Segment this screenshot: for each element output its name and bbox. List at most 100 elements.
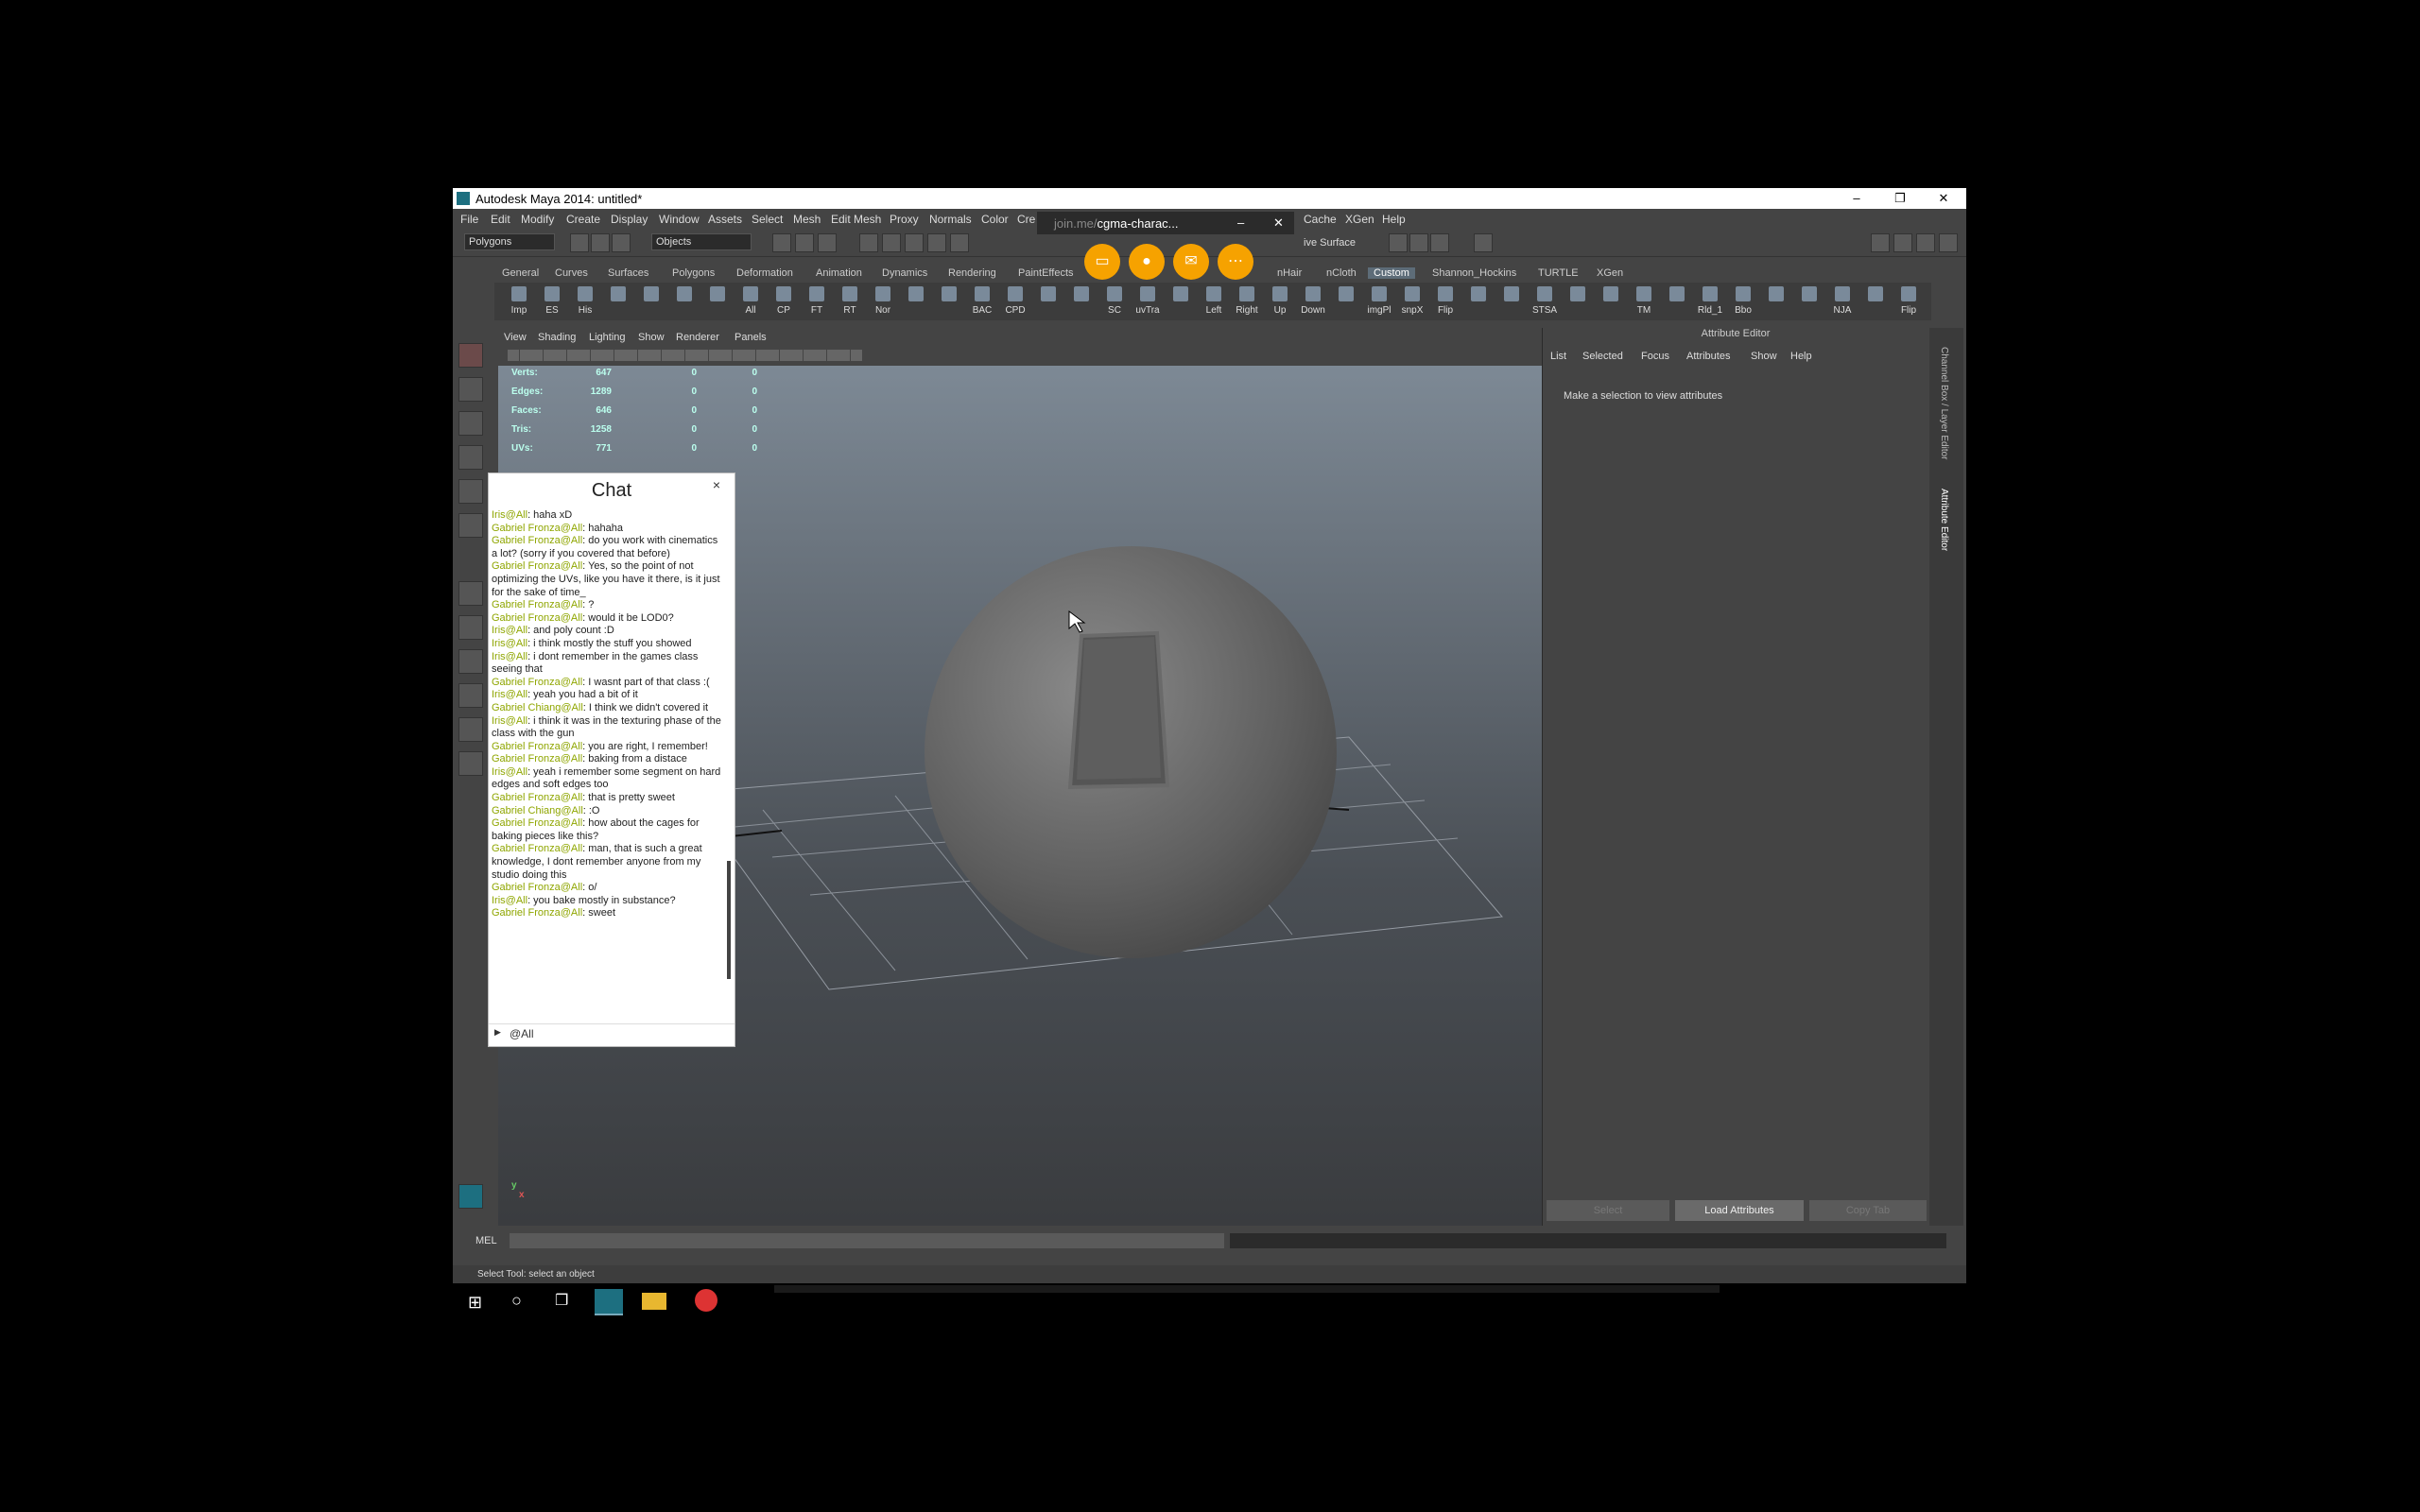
shelf-button[interactable] xyxy=(1763,284,1789,318)
menu-help[interactable]: Help xyxy=(1382,213,1406,226)
tab-channel-box[interactable]: Channel Box / Layer Editor xyxy=(1939,347,1949,460)
snap-view-icon[interactable] xyxy=(927,233,946,252)
maya-taskbar-icon[interactable] xyxy=(595,1289,623,1315)
rotate-tool-icon[interactable] xyxy=(458,479,483,504)
ae-menu-focus[interactable]: Focus xyxy=(1641,351,1669,362)
meeting-close-button[interactable]: ✕ xyxy=(1273,215,1284,231)
viewport-tool-icon[interactable] xyxy=(590,350,602,361)
shelf-tab-curves[interactable]: Curves xyxy=(555,267,588,279)
shelf-button[interactable]: BAC xyxy=(969,284,995,318)
shelf-tab-surfaces[interactable]: Surfaces xyxy=(608,267,648,279)
viewport-menu-shading[interactable]: Shading xyxy=(538,332,576,343)
layout-two-icon[interactable] xyxy=(458,649,483,674)
shelf-button[interactable] xyxy=(1333,284,1359,318)
shelf-button[interactable]: uvTra xyxy=(1134,284,1161,318)
viewport-tool-icon[interactable] xyxy=(555,350,566,361)
viewport-tool-icon[interactable] xyxy=(779,350,791,361)
viewport-tool-icon[interactable] xyxy=(602,350,614,361)
shelf-tab-custom[interactable]: Custom xyxy=(1368,267,1415,279)
shelf-button[interactable] xyxy=(1564,284,1591,318)
menu-file[interactable]: File xyxy=(460,213,478,226)
shelf-button[interactable]: Flip xyxy=(1432,284,1459,318)
menu-window[interactable]: Window xyxy=(659,213,700,226)
snap-surface-icon[interactable] xyxy=(950,233,969,252)
shelf-button[interactable]: CPD xyxy=(1002,284,1028,318)
render-settings-icon[interactable] xyxy=(1430,233,1449,252)
viewport-tool-icon[interactable] xyxy=(708,350,720,361)
menu-display[interactable]: Display xyxy=(611,213,648,226)
layout-outliner-icon[interactable] xyxy=(458,683,483,708)
select-tool-icon[interactable] xyxy=(458,343,483,368)
meeting-minimize-button[interactable]: – xyxy=(1237,215,1244,230)
mel-label[interactable]: MEL xyxy=(475,1235,497,1246)
maximize-button[interactable]: ❐ xyxy=(1878,188,1922,209)
select-component-icon[interactable] xyxy=(818,233,837,252)
viewport-tool-icon[interactable] xyxy=(649,350,661,361)
move-tool-icon[interactable] xyxy=(458,445,483,470)
shelf-button[interactable]: SC xyxy=(1101,284,1128,318)
viewport-tool-icon[interactable] xyxy=(566,350,579,361)
selection-mode-dropdown[interactable]: Objects xyxy=(651,233,752,250)
shelf-button[interactable] xyxy=(1465,284,1492,318)
shelf-button[interactable] xyxy=(1664,284,1690,318)
scale-tool-icon[interactable] xyxy=(458,513,483,538)
shelf-button[interactable]: ES xyxy=(539,284,565,318)
shelf-button[interactable] xyxy=(704,284,731,318)
shelf-button[interactable] xyxy=(605,284,631,318)
screen-share-icon[interactable]: ▭ xyxy=(1084,244,1120,280)
shelf-button[interactable]: Nor xyxy=(870,284,896,318)
viewport-tool-icon[interactable] xyxy=(531,350,543,361)
menu-edit[interactable]: Edit xyxy=(491,213,510,226)
shelf-tab-dynamics[interactable]: Dynamics xyxy=(882,267,927,279)
viewport-menu-lighting[interactable]: Lighting xyxy=(589,332,626,343)
viewport-tool-icon[interactable] xyxy=(838,350,850,361)
new-scene-icon[interactable] xyxy=(570,233,589,252)
viewport-menu-panels[interactable]: Panels xyxy=(735,332,767,343)
viewport-tool-icon[interactable] xyxy=(744,350,755,361)
task-view-icon[interactable]: ❐ xyxy=(555,1291,568,1310)
save-scene-icon[interactable] xyxy=(612,233,631,252)
shelf-button[interactable]: RT xyxy=(837,284,863,318)
menu-cache[interactable]: Cache xyxy=(1304,213,1337,226)
shelf-button[interactable]: NJA xyxy=(1829,284,1856,318)
viewport-tool-icon[interactable] xyxy=(697,350,708,361)
viewport-menu-view[interactable]: View xyxy=(504,332,527,343)
chat-close-button[interactable]: × xyxy=(702,473,731,496)
shelf-button[interactable]: CP xyxy=(770,284,797,318)
paint-select-tool-icon[interactable] xyxy=(458,411,483,436)
ae-menu-help[interactable]: Help xyxy=(1790,351,1812,362)
shelf-tab-polygons[interactable]: Polygons xyxy=(672,267,715,279)
shelf-tab-animation[interactable]: Animation xyxy=(816,267,862,279)
shelf-button[interactable]: Rld_1 xyxy=(1697,284,1723,318)
show-hide-modeling-toolkit-icon[interactable] xyxy=(1474,233,1493,252)
search-icon[interactable]: ○ xyxy=(511,1291,522,1311)
viewport-tool-icon[interactable] xyxy=(661,350,673,361)
shelf-tab-rendering[interactable]: Rendering xyxy=(948,267,996,279)
ae-select-button[interactable]: Select xyxy=(1547,1200,1669,1221)
file-explorer-icon[interactable] xyxy=(642,1293,666,1310)
menu-color[interactable]: Color xyxy=(981,213,1009,226)
viewport-tool-icon[interactable] xyxy=(768,350,779,361)
snap-grid-icon[interactable] xyxy=(859,233,878,252)
menu-xgen[interactable]: XGen xyxy=(1345,213,1374,226)
viewport-tool-icon[interactable] xyxy=(637,350,649,361)
maya-tool-icon[interactable] xyxy=(458,1184,483,1209)
shelf-button[interactable]: TM xyxy=(1631,284,1657,318)
shelf-button[interactable]: FT xyxy=(804,284,830,318)
shelf-tab-xgen[interactable]: XGen xyxy=(1597,267,1623,279)
shelf-tab-turtle[interactable]: TURTLE xyxy=(1538,267,1579,279)
layout-single-icon[interactable] xyxy=(458,581,483,606)
viewport-tool-icon[interactable] xyxy=(732,350,744,361)
viewport-menu-renderer[interactable]: Renderer xyxy=(676,332,719,343)
shelf-tab-deformation[interactable]: Deformation xyxy=(736,267,793,279)
render-frame-icon[interactable] xyxy=(1389,233,1408,252)
snap-point-icon[interactable] xyxy=(905,233,924,252)
shelf-button[interactable]: All xyxy=(737,284,764,318)
viewport-tool-icon[interactable] xyxy=(791,350,803,361)
minimize-button[interactable]: – xyxy=(1835,188,1878,209)
layout-four-icon[interactable] xyxy=(458,615,483,640)
chat-scrollbar[interactable] xyxy=(727,861,731,979)
snap-curve-icon[interactable] xyxy=(882,233,901,252)
viewport-menu-show[interactable]: Show xyxy=(638,332,665,343)
shelf-button[interactable]: Right xyxy=(1234,284,1260,318)
